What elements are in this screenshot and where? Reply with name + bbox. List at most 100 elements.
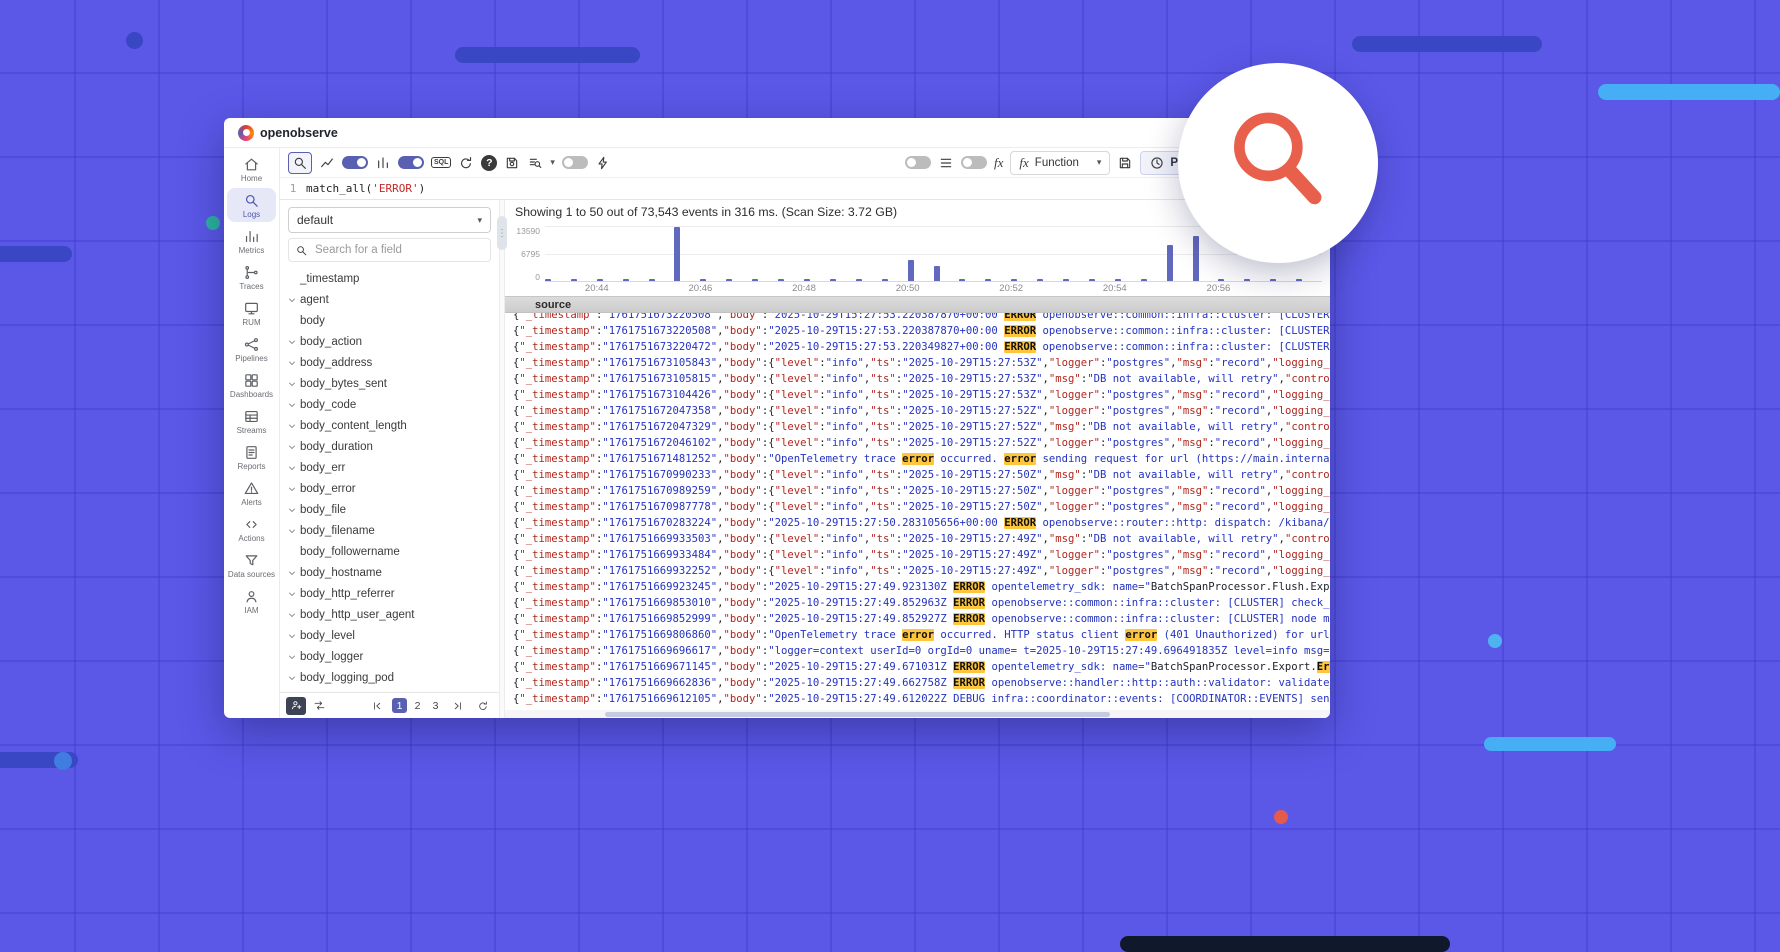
search-mode-button[interactable] [288, 152, 312, 174]
log-row[interactable]: {"_timestamp":"1761751669806860","body":… [505, 627, 1330, 643]
line-chart-icon[interactable] [319, 155, 335, 171]
histogram-toggle[interactable] [342, 156, 368, 169]
log-row[interactable]: {"_timestamp":"1761751673220508","body":… [505, 313, 1330, 323]
log-row[interactable]: {"_timestamp":"1761751673220472","body":… [505, 339, 1330, 355]
field-name: body_code [300, 399, 356, 411]
sidebar-item-data-sources[interactable]: Data sources [227, 548, 276, 582]
log-row[interactable]: {"_timestamp":"1761751669853010","body":… [505, 595, 1330, 611]
log-row[interactable]: {"_timestamp":"1761751670987778","body":… [505, 499, 1330, 515]
y-tick: 0 [535, 272, 540, 282]
first-page-button[interactable] [367, 697, 387, 715]
field-item-body_duration[interactable]: body_duration [282, 436, 497, 457]
scrollbar-thumb[interactable] [605, 712, 1110, 717]
quick-mode-toggle[interactable] [562, 156, 588, 169]
field-item-body_filename[interactable]: body_filename [282, 520, 497, 541]
sidebar-item-logs[interactable]: Logs [227, 188, 276, 222]
page-button-2[interactable]: 2 [410, 698, 425, 713]
log-row[interactable]: {"_timestamp":"1761751670283224","body":… [505, 515, 1330, 531]
field-item-body_content_length[interactable]: body_content_length [282, 415, 497, 436]
log-row[interactable]: {"_timestamp":"1761751672047358","body":… [505, 403, 1330, 419]
x-axis-label: 20:50 [896, 283, 920, 294]
log-row[interactable]: {"_timestamp":"1761751671481252","body":… [505, 451, 1330, 467]
function-editor-toggle[interactable] [961, 156, 987, 169]
sidebar-item-label: IAM [244, 606, 258, 615]
wrap-lines-toggle[interactable] [905, 156, 931, 169]
decor-bar [1120, 936, 1450, 952]
field-search-input[interactable] [313, 243, 484, 257]
log-row[interactable]: {"_timestamp":"1761751669696617","body":… [505, 643, 1330, 659]
log-row[interactable]: {"_timestamp":"1761751670990233","body":… [505, 467, 1330, 483]
field-item-body_file[interactable]: body_file [282, 499, 497, 520]
lightning-icon [595, 155, 611, 171]
log-row[interactable]: {"_timestamp":"1761751673220508","body":… [505, 323, 1330, 339]
swap-columns-button[interactable] [309, 697, 329, 715]
log-row[interactable]: {"_timestamp":"1761751669852999","body":… [505, 611, 1330, 627]
sidebar-item-streams[interactable]: Streams [227, 404, 276, 438]
log-row[interactable]: {"_timestamp":"1761751669933503","body":… [505, 531, 1330, 547]
source-column-header[interactable]: source [505, 296, 1330, 313]
page-button-1[interactable]: 1 [392, 698, 407, 713]
save-function-icon[interactable] [1117, 155, 1133, 171]
field-item-body_action[interactable]: body_action [282, 331, 497, 352]
data-sources-icon [243, 552, 260, 569]
sidebar-item-dashboards[interactable]: Dashboards [227, 368, 276, 402]
field-item-body_http_user_agent[interactable]: body_http_user_agent [282, 604, 497, 625]
table-settings-button[interactable] [286, 697, 306, 715]
stream-select[interactable]: default ▾ [288, 207, 491, 233]
page-button-3[interactable]: 3 [428, 698, 443, 713]
splitter-grip[interactable] [497, 216, 507, 250]
sidebar-item-reports[interactable]: Reports [227, 440, 276, 474]
sidebar-item-label: Logs [243, 210, 260, 219]
log-row[interactable]: {"_timestamp":"1761751672047329","body":… [505, 419, 1330, 435]
sidebar-item-rum[interactable]: RUM [227, 296, 276, 330]
sidebar-item-pipelines[interactable]: Pipelines [227, 332, 276, 366]
field-item-body_code[interactable]: body_code [282, 394, 497, 415]
search-icon [295, 244, 308, 257]
openobserve-logo-icon [238, 125, 254, 141]
log-row[interactable]: {"_timestamp":"1761751669932252","body":… [505, 563, 1330, 579]
field-item-body_err[interactable]: body_err [282, 457, 497, 478]
sidebar-item-traces[interactable]: Traces [227, 260, 276, 294]
log-row[interactable]: {"_timestamp":"1761751673104426","body":… [505, 387, 1330, 403]
refresh-results-button[interactable] [473, 697, 493, 715]
field-item-body_http_referrer[interactable]: body_http_referrer [282, 583, 497, 604]
field-item-body_hostname[interactable]: body_hostname [282, 562, 497, 583]
search-history-icon[interactable] [527, 155, 543, 171]
function-dropdown[interactable]: fx Function ▾ [1010, 151, 1110, 175]
panel-splitter[interactable] [500, 200, 505, 718]
query-editor[interactable]: 1 match_all('ERROR') [280, 178, 1330, 200]
histogram-bar [778, 279, 784, 281]
field-item-body_logger[interactable]: body_logger [282, 646, 497, 667]
field-item-body_logging_pod[interactable]: body_logging_pod [282, 667, 497, 688]
refresh-icon[interactable] [458, 155, 474, 171]
log-row[interactable]: {"_timestamp":"1761751669923245","body":… [505, 579, 1330, 595]
field-item-body_address[interactable]: body_address [282, 352, 497, 373]
log-row[interactable]: {"_timestamp":"1761751673105843","body":… [505, 355, 1330, 371]
sidebar-item-home[interactable]: Home [227, 152, 276, 186]
field-item-body_level[interactable]: body_level [282, 625, 497, 646]
field-item-body_followername[interactable]: body_followername [282, 541, 497, 562]
field-item-agent[interactable]: agent [282, 289, 497, 310]
last-page-button[interactable] [448, 697, 468, 715]
horizontal-scrollbar[interactable] [505, 710, 1330, 718]
log-row[interactable]: {"_timestamp":"1761751669933484","body":… [505, 547, 1330, 563]
sql-mode-toggle[interactable] [398, 156, 424, 169]
sidebar-item-metrics[interactable]: Metrics [227, 224, 276, 258]
help-icon[interactable]: ? [481, 155, 497, 171]
sidebar-item-alerts[interactable]: Alerts [227, 476, 276, 510]
log-row[interactable]: {"_timestamp":"1761751670989259","body":… [505, 483, 1330, 499]
log-row[interactable]: {"_timestamp":"1761751673105815","body":… [505, 371, 1330, 387]
field-item-_timestamp[interactable]: _timestamp [282, 268, 497, 289]
histogram-bar [908, 260, 914, 281]
saved-search-icon[interactable] [504, 155, 520, 171]
search-options-caret-icon[interactable]: ▾ [550, 158, 555, 167]
log-row[interactable]: {"_timestamp":"1761751669671145","body":… [505, 659, 1330, 675]
field-item-body_bytes_sent[interactable]: body_bytes_sent [282, 373, 497, 394]
field-item-body[interactable]: body [282, 310, 497, 331]
sidebar-item-actions[interactable]: Actions [227, 512, 276, 546]
field-item-body_error[interactable]: body_error [282, 478, 497, 499]
sidebar-item-iam[interactable]: IAM [227, 584, 276, 618]
log-row[interactable]: {"_timestamp":"1761751669612105","body":… [505, 691, 1330, 707]
log-row[interactable]: {"_timestamp":"1761751672046102","body":… [505, 435, 1330, 451]
log-row[interactable]: {"_timestamp":"1761751669662836","body":… [505, 675, 1330, 691]
